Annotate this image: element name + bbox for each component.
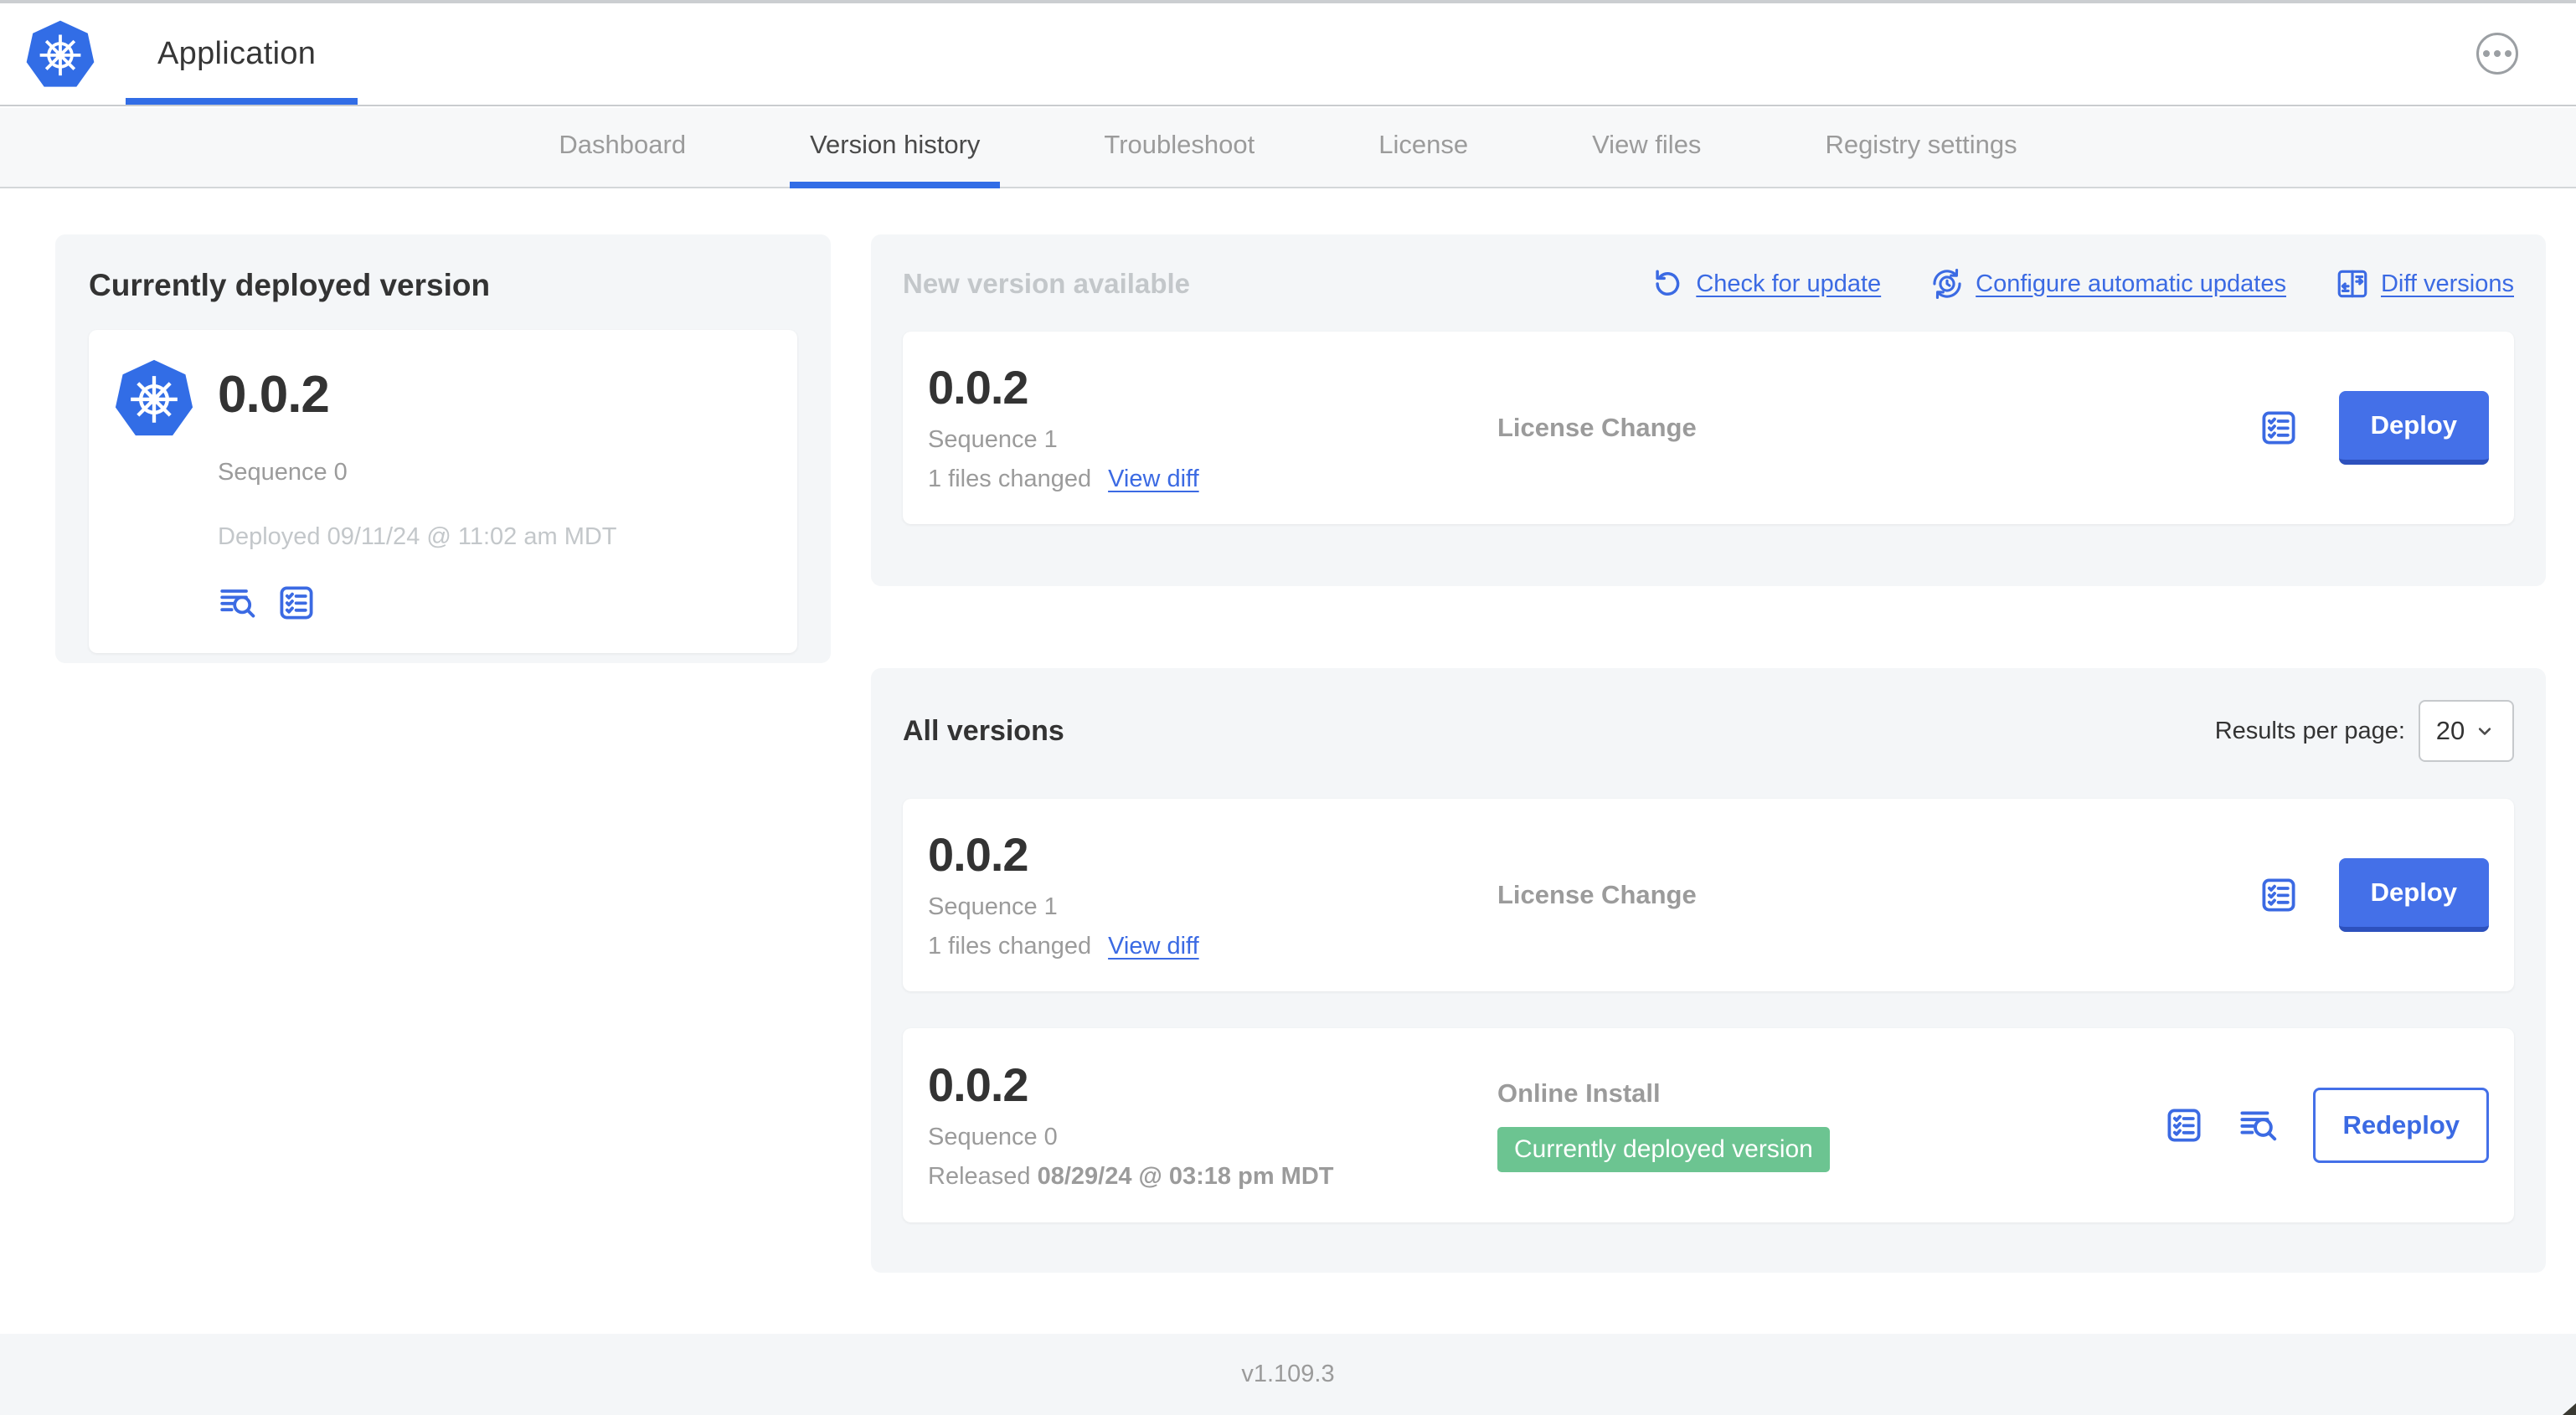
sequence-label: Sequence 1 <box>928 893 1058 920</box>
current-deployed-timestamp: Deployed 09/11/24 @ 11:02 am MDT <box>218 523 617 550</box>
preflight-checks-icon[interactable] <box>276 583 317 623</box>
diff-versions-link[interactable]: Diff versions <box>2335 266 2514 301</box>
preflight-checks-icon[interactable] <box>2164 1105 2204 1145</box>
app-footer: v1.109.3 <box>0 1334 2576 1415</box>
files-changed-label: 1 files changed <box>928 466 1092 492</box>
new-version-panel: New version available Check for update C… <box>871 234 2546 586</box>
currently-deployed-title: Currently deployed version <box>89 268 491 302</box>
change-type-label: Online Install <box>1497 1078 1661 1108</box>
sequence-label: Sequence 0 <box>928 1124 1058 1150</box>
tab-license[interactable]: License <box>1358 108 1488 188</box>
version-label: 0.0.2 <box>928 828 1029 881</box>
refresh-icon <box>1656 270 1680 296</box>
chevron-down-icon <box>2479 728 2491 735</box>
app-icon <box>114 358 194 439</box>
new-version-title: New version available <box>903 268 1191 299</box>
currently-deployed-panel: Currently deployed version 0.0.2 Sequenc… <box>55 234 831 663</box>
window-top-edge <box>0 0 2576 3</box>
change-type-label: License Change <box>1497 413 1697 442</box>
version-row: 0.0.2 Sequence 0 Released 08/29/24 @ 03:… <box>903 1028 2514 1222</box>
configure-automatic-updates-label: Configure automatic updates <box>1976 270 2286 297</box>
redeploy-button[interactable]: Redeploy <box>2313 1088 2489 1163</box>
current-version-label: 0.0.2 <box>218 366 330 424</box>
tab-view-files[interactable]: View files <box>1572 108 1721 188</box>
tab-registry-settings[interactable]: Registry settings <box>1805 108 2037 188</box>
app-subnav: Dashboard Version history Troubleshoot L… <box>0 108 2576 188</box>
version-row: 0.0.2 Sequence 1 1 files changed View di… <box>903 799 2514 991</box>
configure-automatic-updates-link[interactable]: Configure automatic updates <box>1929 266 2286 301</box>
tab-dashboard[interactable]: Dashboard <box>538 108 706 188</box>
app-title-label: Application <box>157 36 317 71</box>
preflight-checks-icon[interactable] <box>2259 408 2299 448</box>
app-header: Application <box>0 3 2576 106</box>
screen-corner-artifact <box>2563 1403 2576 1415</box>
tab-troubleshoot[interactable]: Troubleshoot <box>1084 108 1275 188</box>
kots-admin-screen: Application Dashboard Version history Tr… <box>0 0 2576 1415</box>
auto-update-clock-icon <box>1933 268 1961 300</box>
diff-versions-label: Diff versions <box>2380 270 2514 297</box>
check-for-update-label: Check for update <box>1696 270 1882 297</box>
all-versions-title: All versions <box>903 714 1064 747</box>
app-title-active-underline <box>126 98 358 105</box>
deploy-logs-icon[interactable] <box>2238 1104 2280 1146</box>
deploy-logs-icon[interactable] <box>218 583 258 623</box>
files-changed-label: 1 files changed <box>928 933 1092 960</box>
console-version-label: v1.109.3 <box>1241 1361 1335 1387</box>
kubernetes-logo-icon <box>25 18 95 89</box>
version-label: 0.0.2 <box>928 1058 1029 1111</box>
new-version-card: 0.0.2 Sequence 1 1 files changed View di… <box>903 332 2514 524</box>
view-diff-link[interactable]: View diff <box>1108 466 1199 493</box>
sequence-label: Sequence 1 <box>928 426 1058 453</box>
current-sequence-label: Sequence 0 <box>218 459 348 486</box>
preflight-checks-icon[interactable] <box>2259 875 2299 915</box>
view-diff-link[interactable]: View diff <box>1108 933 1199 960</box>
version-label: 0.0.2 <box>928 361 1029 414</box>
currently-deployed-card: 0.0.2 Sequence 0 Deployed 09/11/24 @ 11:… <box>89 330 797 653</box>
deploy-button[interactable]: Deploy <box>2338 858 2489 932</box>
check-for-update-link[interactable]: Check for update <box>1650 266 1881 301</box>
ellipsis-icon <box>2483 50 2490 57</box>
released-timestamp: 08/29/24 @ 03:18 pm MDT <box>1037 1163 1334 1190</box>
all-versions-panel: All versions Results per page: 20 0.0.2 … <box>871 668 2546 1273</box>
change-type-label: License Change <box>1497 880 1697 909</box>
overflow-menu-button[interactable] <box>2476 33 2518 75</box>
results-per-page-label: Results per page: <box>2214 717 2405 744</box>
results-per-page-value: 20 <box>2435 716 2465 745</box>
released-prefix: Released <box>928 1163 1031 1190</box>
diff-icon <box>2337 270 2367 298</box>
currently-deployed-badge: Currently deployed version <box>1497 1127 1830 1172</box>
tab-version-history[interactable]: Version history <box>790 108 1001 188</box>
app-title-tab[interactable]: Application <box>126 3 358 105</box>
results-per-page-select[interactable]: 20 <box>2419 700 2514 762</box>
deploy-button[interactable]: Deploy <box>2338 391 2489 465</box>
